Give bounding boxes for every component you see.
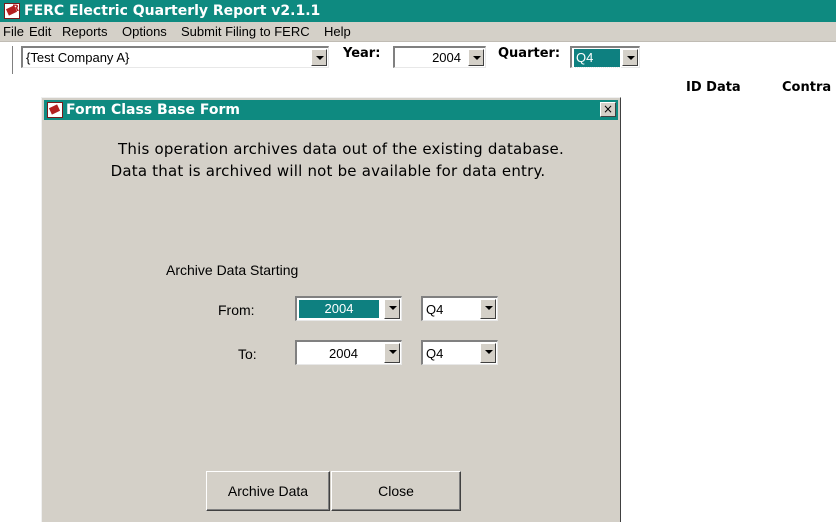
- archive-section-label: Archive Data Starting: [166, 262, 299, 278]
- chevron-down-icon[interactable]: [480, 299, 496, 319]
- to-quarter-value: Q4: [426, 346, 444, 361]
- menu-options[interactable]: Options: [122, 22, 167, 42]
- from-year-value: 2004: [298, 299, 380, 319]
- chevron-down-icon[interactable]: [384, 343, 400, 363]
- menu-help[interactable]: Help: [324, 22, 351, 42]
- menu-reports[interactable]: Reports: [62, 22, 108, 42]
- from-quarter-value: Q4: [426, 302, 444, 317]
- archive-dialog: Form Class Base Form × This operation ar…: [41, 97, 621, 522]
- archive-data-button[interactable]: Archive Data: [206, 471, 330, 511]
- chevron-down-icon[interactable]: [480, 343, 496, 363]
- toolbar-grip[interactable]: [9, 46, 13, 74]
- year-label: Year:: [343, 46, 381, 61]
- menu-file[interactable]: File: [3, 22, 24, 42]
- from-label: From:: [218, 302, 255, 318]
- year-value: 2004: [432, 50, 461, 65]
- to-year-value: 2004: [329, 346, 358, 361]
- menu-bar: File Edit Reports Options Submit Filing …: [0, 22, 836, 42]
- quarter-value: Q4: [573, 48, 621, 68]
- to-label: To:: [238, 346, 257, 362]
- app-icon: [4, 0, 20, 20]
- to-year-select[interactable]: 2004: [295, 340, 402, 365]
- quarter-label: Quarter:: [498, 46, 561, 61]
- company-value: {Test Company A}: [26, 50, 130, 65]
- close-button[interactable]: Close: [331, 471, 461, 511]
- from-year-select[interactable]: 2004: [295, 296, 402, 321]
- id-data-button[interactable]: ID Data: [686, 80, 741, 95]
- quarter-select[interactable]: Q4: [570, 46, 640, 68]
- to-quarter-select[interactable]: Q4: [421, 340, 498, 365]
- chevron-down-icon[interactable]: [311, 49, 327, 66]
- contracts-button[interactable]: Contra: [782, 80, 831, 95]
- menu-submit-filing[interactable]: Submit Filing to FERC: [181, 22, 310, 42]
- dialog-title: Form Class Base Form: [66, 102, 240, 118]
- from-quarter-select[interactable]: Q4: [421, 296, 498, 321]
- chevron-down-icon[interactable]: [468, 49, 484, 66]
- chevron-down-icon[interactable]: [384, 299, 400, 319]
- app-icon: [47, 102, 63, 118]
- chevron-down-icon[interactable]: [622, 49, 638, 66]
- message-line-1: This operation archives data out of the …: [118, 140, 564, 158]
- menu-edit[interactable]: Edit: [29, 22, 51, 42]
- company-select[interactable]: {Test Company A}: [21, 46, 329, 68]
- app-titlebar: FERC Electric Quarterly Report v2.1.1: [0, 0, 836, 22]
- message-line-2: Data that is archived will not be availa…: [110, 162, 546, 180]
- close-icon[interactable]: ×: [600, 102, 616, 117]
- app-title: FERC Electric Quarterly Report v2.1.1: [24, 3, 321, 19]
- dialog-titlebar: Form Class Base Form ×: [44, 100, 618, 120]
- year-select[interactable]: 2004: [393, 46, 486, 68]
